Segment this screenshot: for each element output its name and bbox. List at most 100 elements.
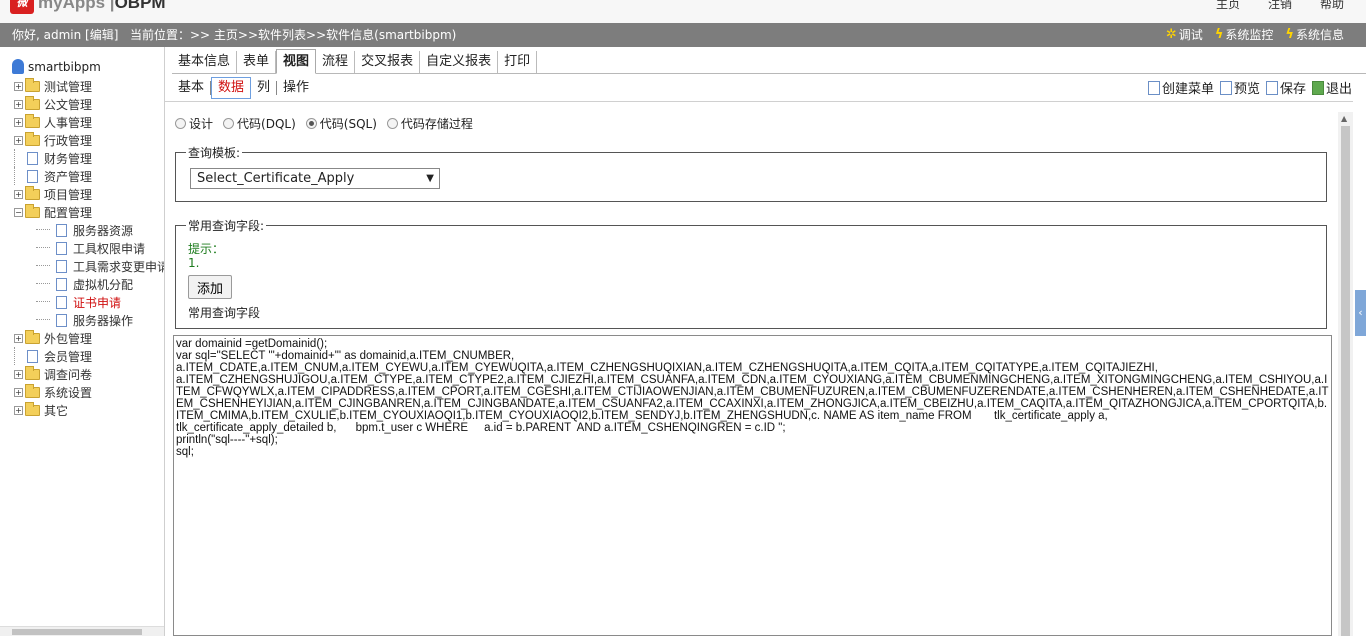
- tree-item-label: 服务器资源: [73, 223, 134, 238]
- expand-icon[interactable]: +: [14, 387, 23, 397]
- expand-icon[interactable]: +: [14, 405, 23, 415]
- tree-item-survey[interactable]: + 调查问卷: [14, 365, 92, 383]
- exit-button[interactable]: 退出: [1311, 78, 1352, 97]
- folder-icon: [25, 95, 40, 110]
- document-icon: [27, 349, 38, 363]
- tree-item-server-resources[interactable]: 服务器资源: [36, 221, 133, 239]
- tree-item-server-ops[interactable]: 服务器操作: [36, 311, 133, 329]
- mode-sql-radio[interactable]: 代码(SQL): [305, 115, 377, 132]
- tree-item-tool-permission[interactable]: 工具权限申请: [36, 239, 145, 257]
- sidebar-horizontal-scrollbar[interactable]: [0, 626, 164, 636]
- tree-root[interactable]: smartbibpm: [12, 59, 101, 74]
- mode-design-radio[interactable]: 设计: [175, 115, 213, 132]
- collapse-icon[interactable]: −: [14, 207, 23, 217]
- tree-item-hr[interactable]: + 人事管理: [14, 113, 92, 131]
- preview-button[interactable]: 预览: [1219, 78, 1260, 97]
- tab-view[interactable]: 视图: [276, 49, 317, 74]
- expand-icon[interactable]: +: [14, 117, 23, 127]
- scrollbar-thumb[interactable]: [1341, 126, 1350, 636]
- radio-label: 代码(SQL): [319, 117, 377, 131]
- tree-item-members[interactable]: 会员管理: [14, 347, 92, 365]
- tree-item-label: 项目管理: [44, 187, 93, 202]
- tree-item-project[interactable]: + 项目管理: [14, 185, 92, 203]
- tree-item-label: 资产管理: [44, 169, 93, 184]
- radio-selected-icon: [305, 118, 317, 129]
- mode-stored-procedure-radio[interactable]: 代码存储过程: [386, 115, 473, 132]
- tree-item-vm-allocation[interactable]: 虚拟机分配: [36, 275, 133, 293]
- query-mode-radios: 设计 代码(DQL) 代码(SQL) 代码存储过程: [175, 115, 473, 132]
- tab-basic-info[interactable]: 基本信息: [172, 51, 238, 73]
- tree-item-settings[interactable]: + 系统设置: [14, 383, 92, 401]
- tree-item-other[interactable]: + 其它: [14, 401, 68, 419]
- tree-item-test[interactable]: + 测试管理: [14, 77, 92, 95]
- system-info-tool[interactable]: ϟ 系统信息: [1285, 23, 1344, 47]
- folder-icon: [25, 383, 40, 398]
- system-tools: ✲ 调试 ϟ 系统监控 ϟ 系统信息: [1166, 23, 1344, 47]
- subtab-operations[interactable]: 操作: [277, 81, 315, 95]
- tab-custom-report[interactable]: 自定义报表: [420, 51, 499, 73]
- tree-item-label: 工具权限申请: [73, 241, 146, 256]
- subtab-data[interactable]: 数据: [211, 77, 252, 99]
- tree-item-outsourcing[interactable]: + 外包管理: [14, 329, 92, 347]
- tree-item-finance[interactable]: 财务管理: [14, 149, 92, 167]
- tree-item-label: 系统设置: [44, 385, 93, 400]
- collapse-panel-handle[interactable]: ‹: [1355, 290, 1366, 336]
- radio-icon: [223, 118, 235, 129]
- content-vertical-scrollbar[interactable]: ▲: [1338, 112, 1353, 636]
- add-field-button[interactable]: 添加: [188, 275, 232, 299]
- main-tabs: 基本信息 表单 视图 流程 交叉报表 自定义报表 打印: [172, 49, 1366, 74]
- common-fields-group: 常用查询字段: 提示： 1. 添加 常用查询字段: [175, 217, 1327, 329]
- help-link[interactable]: 帮助: [1320, 0, 1344, 12]
- expand-icon[interactable]: +: [14, 333, 23, 343]
- tree-item-admin[interactable]: + 行政管理: [14, 131, 92, 149]
- tab-workflow[interactable]: 流程: [316, 51, 356, 73]
- info-bar: 你好, admin [编辑] 当前位置：>> 主页>>软件列表>>软件信息(sm…: [0, 23, 1366, 47]
- tab-crosstab-report[interactable]: 交叉报表: [355, 51, 421, 73]
- subtab-columns[interactable]: 列: [251, 81, 278, 95]
- expand-icon[interactable]: +: [14, 99, 23, 109]
- expand-icon[interactable]: +: [14, 135, 23, 145]
- tree-item-document[interactable]: + 公文管理: [14, 95, 92, 113]
- create-menu-button[interactable]: 创建菜单: [1147, 78, 1214, 97]
- tree-item-label: 证书申请: [73, 295, 122, 310]
- tree-item-label: 调查问卷: [44, 367, 93, 382]
- exit-label: 退出: [1325, 82, 1352, 97]
- tree-item-tool-change[interactable]: 工具需求变更申请: [36, 257, 164, 275]
- user-greeting[interactable]: 你好, admin [编辑]: [12, 23, 118, 47]
- tree-item-config[interactable]: − 配置管理: [14, 203, 92, 221]
- document-icon: [56, 223, 67, 237]
- sql-code-editor[interactable]: var domainid =getDomainid(); var sql="SE…: [173, 335, 1332, 636]
- folder-icon: [25, 131, 40, 146]
- radio-icon: [175, 118, 186, 129]
- tab-print[interactable]: 打印: [498, 51, 538, 73]
- debug-tool[interactable]: ✲ 调试: [1166, 23, 1203, 47]
- expand-icon[interactable]: +: [14, 189, 23, 199]
- tree-item-label: 虚拟机分配: [73, 277, 134, 292]
- mode-dql-radio[interactable]: 代码(DQL): [223, 115, 296, 132]
- folder-icon: [25, 77, 40, 92]
- brand-text: OBPM: [114, 0, 166, 12]
- subtab-basic[interactable]: 基本: [172, 81, 212, 95]
- scrollbar-thumb[interactable]: [12, 629, 142, 635]
- home-link[interactable]: 主页: [1216, 0, 1240, 12]
- folder-icon: [25, 185, 40, 200]
- scroll-up-icon[interactable]: ▲: [1341, 114, 1347, 123]
- folder-icon: [25, 329, 40, 344]
- app-logo: 微 myApps |OBPM: [10, 0, 166, 14]
- tree-item-label: 服务器操作: [73, 313, 134, 328]
- save-button[interactable]: 保存: [1265, 78, 1306, 97]
- system-monitor-tool[interactable]: ϟ 系统监控: [1215, 23, 1274, 47]
- tab-form[interactable]: 表单: [237, 51, 277, 73]
- query-template-select[interactable]: Select_Certificate_Apply ▼: [190, 168, 440, 189]
- folder-icon: [25, 365, 40, 380]
- tree-item-label: 测试管理: [44, 79, 93, 94]
- tree-item-certificate-apply[interactable]: 证书申请: [36, 293, 121, 311]
- sub-tabs: 基本 数据 列 操作: [172, 76, 315, 100]
- hint-item: 1.: [188, 256, 200, 270]
- expand-icon[interactable]: +: [14, 369, 23, 379]
- document-icon: [56, 241, 67, 255]
- folder-open-icon: [25, 203, 40, 218]
- expand-icon[interactable]: +: [14, 81, 23, 91]
- tree-item-assets[interactable]: 资产管理: [14, 167, 92, 185]
- logout-link[interactable]: 注销: [1268, 0, 1292, 12]
